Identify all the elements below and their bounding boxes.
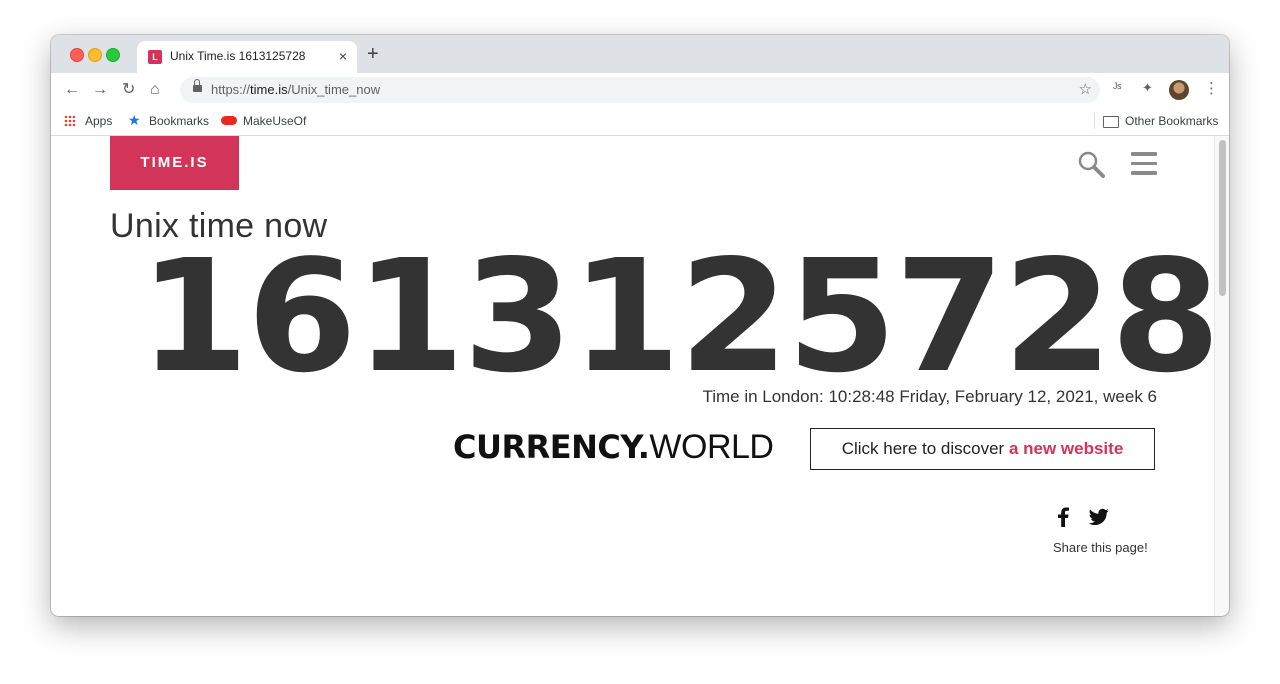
url-text: https://time.is/Unix_time_now: [211, 82, 381, 97]
other-bookmarks[interactable]: Other Bookmarks: [1125, 114, 1218, 128]
address-bar[interactable]: https://time.is/Unix_time_now ☆: [180, 77, 1100, 103]
maximize-window-button[interactable]: [106, 48, 120, 62]
london-time-text: Time in London: 10:28:48 Friday, Februar…: [702, 387, 1157, 406]
apps-grid-icon: [64, 115, 76, 127]
close-window-button[interactable]: [70, 48, 84, 62]
site-logo[interactable]: TIME.IS: [110, 136, 239, 190]
facebook-icon[interactable]: [1055, 507, 1071, 527]
discover-website-button[interactable]: Click here to discover a new website: [810, 428, 1155, 470]
bookmark-makeuseof[interactable]: MakeUseOf: [243, 114, 306, 128]
back-icon[interactable]: ←: [64, 80, 80, 100]
browser-window: L Unix Time.is 1613125728 × + ← → ↻ ⌂ ht…: [51, 35, 1229, 616]
forward-icon[interactable]: →: [92, 80, 108, 100]
bookmarks-star-icon: ★: [128, 112, 141, 128]
bookmark-apps[interactable]: Apps: [85, 114, 112, 128]
minimize-window-button[interactable]: [88, 48, 102, 62]
unix-time-display: 1613125728: [139, 226, 1217, 407]
bookmarks-divider: [1094, 113, 1095, 129]
home-icon[interactable]: ⌂: [150, 80, 160, 100]
twitter-icon[interactable]: [1089, 508, 1109, 526]
bookmark-star-icon[interactable]: ☆: [1079, 80, 1092, 98]
tab-title: Unix Time.is 1613125728: [170, 49, 306, 63]
page-content: TIME.IS Unix time now 1613125728 Time in…: [51, 136, 1217, 616]
scrollbar-thumb[interactable]: [1219, 140, 1226, 296]
search-icon[interactable]: [1077, 150, 1105, 178]
scrollbar[interactable]: [1214, 136, 1229, 616]
bookmark-bookmarks[interactable]: Bookmarks: [149, 114, 209, 128]
kebab-menu-icon[interactable]: ⋮: [1204, 79, 1219, 97]
browser-toolbar: ← → ↻ ⌂ https://time.is/Unix_time_now ☆ …: [51, 73, 1229, 107]
reload-icon[interactable]: ↻: [122, 80, 135, 100]
share-text: Share this page!: [1053, 540, 1148, 555]
makeuseof-icon: [221, 116, 237, 125]
js-extension-icon[interactable]: ᴶˢ: [1113, 80, 1122, 95]
extensions-icon[interactable]: ✦: [1142, 80, 1153, 96]
tab-close-icon[interactable]: ×: [339, 48, 347, 64]
menu-icon[interactable]: [1131, 152, 1157, 176]
profile-avatar[interactable]: [1169, 80, 1189, 100]
lock-icon: [193, 79, 202, 92]
tab-strip: L Unix Time.is 1613125728 × +: [51, 35, 1229, 73]
favicon-icon: L: [148, 50, 162, 64]
folder-icon: [1103, 116, 1119, 128]
currency-world-logo[interactable]: CURRENCY.WORLD: [453, 428, 774, 467]
new-tab-button[interactable]: +: [367, 43, 379, 65]
browser-tab[interactable]: L Unix Time.is 1613125728 ×: [137, 41, 357, 73]
bookmarks-bar: Apps ★ Bookmarks MakeUseOf Other Bookmar…: [51, 107, 1229, 136]
